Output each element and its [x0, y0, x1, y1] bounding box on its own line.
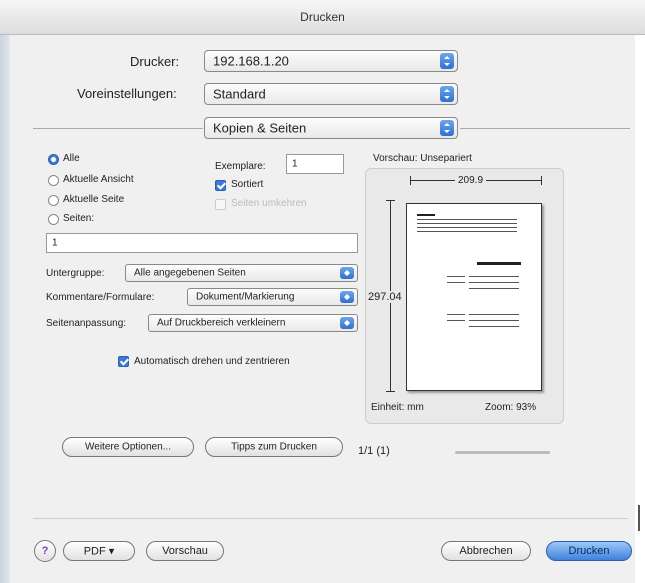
radio-current-page-label: Aktuelle Seite [63, 194, 125, 205]
preview-text [469, 276, 519, 277]
presets-value: Standard [213, 86, 266, 102]
presets-select[interactable]: Standard [204, 83, 458, 105]
preview-text [469, 282, 519, 283]
help-icon: ? [41, 545, 49, 557]
preview-text [469, 288, 519, 289]
more-options-label: Weitere Optionen... [85, 441, 171, 453]
radio-pages-label: Seiten: [63, 213, 95, 224]
cancel-label: Abbrechen [459, 545, 513, 557]
scaling-select[interactable]: Auf Druckbereich verkleinern [148, 314, 358, 332]
chevron-updown-icon [440, 86, 454, 102]
comments-value: Dokument/Markierung [196, 291, 295, 303]
copies-label: Exemplare: [215, 161, 266, 172]
reverse-pages-checkbox[interactable] [215, 199, 226, 210]
pdf-button[interactable]: PDF ▾ [63, 541, 135, 561]
print-label: Drucken [568, 545, 610, 557]
preview-text [417, 214, 435, 216]
scaling-label: Seitenanpassung: [46, 318, 127, 329]
more-options-button[interactable]: Weitere Optionen... [62, 437, 194, 457]
panel-select[interactable]: Kopien & Seiten [204, 117, 458, 139]
preview-unit: Einheit: mm [371, 402, 424, 413]
scaling-value: Auf Druckbereich verkleinern [157, 317, 286, 329]
preview-text [469, 314, 519, 315]
radio-current-view[interactable] [48, 175, 59, 186]
radio-all[interactable] [48, 154, 59, 165]
preview-zoom: Zoom: 93% [485, 402, 537, 413]
chevron-updown-icon [340, 291, 354, 303]
page-preview-thumbnail [406, 203, 542, 391]
print-tips-button[interactable]: Tipps zum Drucken [205, 437, 343, 457]
radio-current-page[interactable] [48, 195, 59, 206]
preview-text [447, 282, 465, 283]
autorotate-label: Automatisch drehen und zentrieren [134, 356, 290, 367]
preview-text [447, 320, 465, 321]
radio-all-label: Alle [63, 153, 80, 164]
divider [33, 128, 203, 129]
page-counter: 1/1 (1) [358, 445, 390, 457]
preview-text [469, 320, 519, 321]
preview-text [417, 231, 517, 232]
reverse-pages-label: Seiten umkehren [231, 198, 307, 209]
preview-button-label: Vorschau [162, 545, 208, 557]
subset-value: Alle angegebenen Seiten [134, 267, 246, 279]
width-tick-right [541, 176, 542, 185]
pdf-label: PDF ▾ [83, 545, 115, 558]
collate-label: Sortiert [231, 179, 264, 190]
panel-value: Kopien & Seiten [213, 120, 307, 136]
radio-current-view-label: Aktuelle Ansicht [63, 174, 134, 185]
comments-label: Kommentare/Formulare: [46, 292, 155, 303]
help-button[interactable]: ? [34, 540, 56, 562]
window-title: Drucken [300, 10, 345, 24]
preview-button[interactable]: Vorschau [146, 541, 224, 561]
print-button[interactable]: Drucken [546, 541, 632, 561]
printer-value: 192.168.1.20 [213, 53, 289, 69]
width-tick-left [410, 176, 411, 185]
preview-text [417, 223, 517, 224]
copies-input-value: 1 [292, 158, 298, 170]
divider [460, 128, 630, 129]
presets-label: Voreinstellungen: [77, 86, 177, 101]
copies-input[interactable]: 1 [286, 154, 344, 174]
preview-title: Vorschau: Unsepariert [373, 153, 472, 164]
preview-text [469, 326, 519, 327]
cancel-button[interactable]: Abbrechen [441, 541, 531, 561]
preview-text [447, 276, 465, 277]
collate-checkbox[interactable] [215, 180, 226, 191]
radio-pages[interactable] [48, 214, 59, 225]
preview-height: 297.04 [368, 291, 402, 303]
resize-grip[interactable] [638, 505, 640, 531]
preview-text [447, 314, 465, 315]
preview-text [417, 219, 517, 220]
bottom-divider [33, 518, 628, 519]
subset-label: Untergruppe: [46, 268, 105, 279]
preview-scrollbar[interactable] [455, 451, 550, 454]
subset-select[interactable]: Alle angegebenen Seiten [125, 264, 358, 282]
preview-heading [477, 262, 521, 265]
preview-text [417, 227, 517, 228]
printer-label: Drucker: [130, 54, 180, 69]
chevron-updown-icon [340, 267, 354, 279]
printer-select[interactable]: 192.168.1.20 [204, 50, 458, 72]
chevron-updown-icon [440, 53, 454, 69]
chevron-updown-icon [440, 120, 454, 136]
pages-input-value: 1 [52, 237, 58, 249]
height-tick-bottom [386, 391, 395, 392]
height-tick-top [386, 200, 395, 201]
print-tips-label: Tipps zum Drucken [231, 441, 317, 453]
preview-width: 209.9 [455, 175, 487, 186]
comments-select[interactable]: Dokument/Markierung [187, 288, 358, 306]
pages-input[interactable]: 1 [46, 233, 358, 253]
chevron-updown-icon [340, 317, 354, 329]
autorotate-checkbox[interactable] [118, 356, 129, 367]
